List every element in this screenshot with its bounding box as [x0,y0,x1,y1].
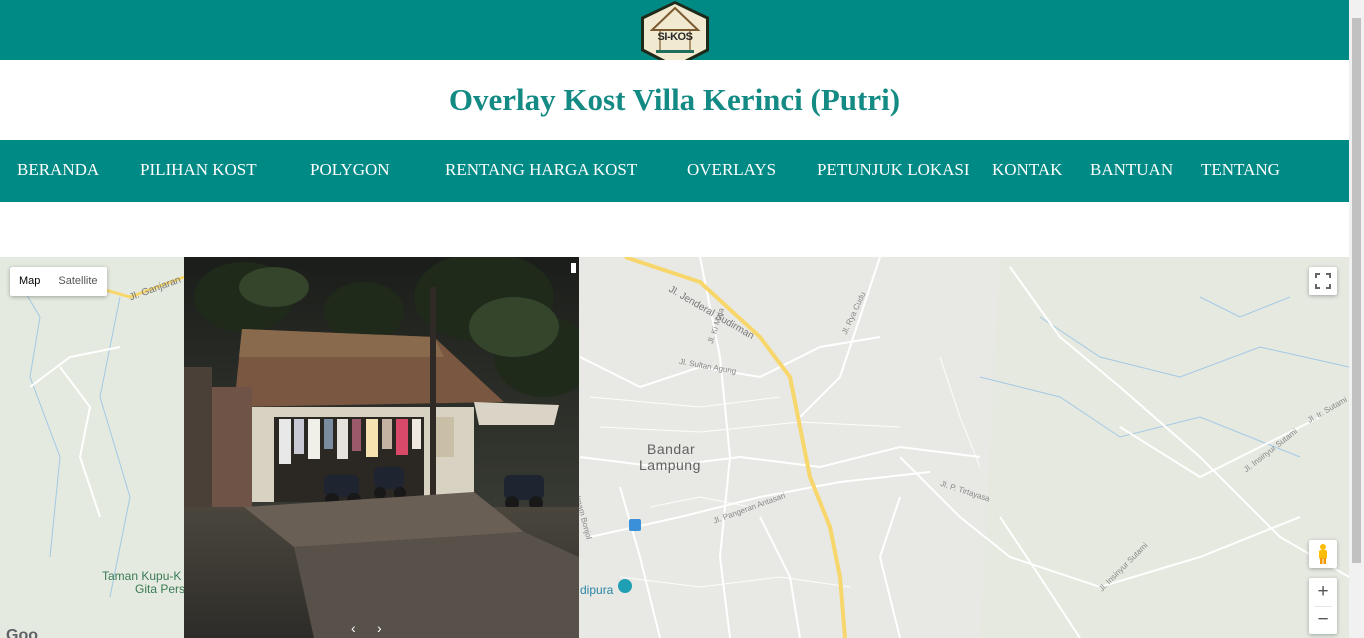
nav-polygon[interactable]: POLYGON [310,160,390,180]
zoom-in-button[interactable]: + [1309,578,1337,606]
google-logo: Goo [6,627,38,638]
park-label-line2: Gita Pers [135,582,186,596]
fullscreen-icon [1315,273,1331,289]
city-label-lampung: Lampung [639,457,701,473]
pegman-button[interactable] [1309,540,1337,568]
vertical-scrollbar[interactable] [1349,0,1364,638]
main-nav: BERANDA PILIHAN KOST POLYGON RENTANG HAR… [0,140,1349,202]
title-area: Overlay Kost Villa Kerinci (Putri) [0,60,1349,140]
map-type-satellite-button[interactable]: Satellite [49,267,106,296]
street-view-next-arrow: › [377,620,382,636]
nav-bantuan[interactable]: BANTUAN [1090,160,1173,180]
nav-overlays[interactable]: OVERLAYS [687,160,776,180]
page-title: Overlay Kost Villa Kerinci (Putri) [448,82,901,117]
nav-beranda[interactable]: BERANDA [17,160,99,180]
nav-kontak[interactable]: KONTAK [992,160,1062,180]
logo-text: SI-KOS [657,31,693,43]
nav-petunjuk-lokasi[interactable]: PETUNJUK LOKASI [817,160,970,180]
fullscreen-button[interactable] [1309,267,1337,295]
nav-pilihan-kost[interactable]: PILIHAN KOST [140,160,257,180]
poi-label: dipura [580,583,614,597]
pegman-icon [1319,544,1327,564]
street-view-panel[interactable]: ‹ › [184,257,579,638]
page: SI-KOS Overlay Kost Villa Kerinci (Putri… [0,0,1364,638]
nav-rentang-harga-kost[interactable]: RENTANG HARGA KOST [445,160,637,180]
map-type-map-button[interactable]: Map [10,267,49,296]
city-label-bandar: Bandar [647,441,696,457]
zoom-out-button[interactable]: − [1309,606,1337,634]
street-view-photo: ‹ › [184,257,579,638]
scrollbar-thumb[interactable] [1352,18,1361,563]
street-view-prev-arrow: ‹ [351,620,356,636]
zoom-control: + − [1309,578,1337,634]
nav-tentang[interactable]: TENTANG [1201,160,1280,180]
map-type-control: Map Satellite [10,267,107,296]
street-view-hand-icon [571,263,576,273]
park-label-line1: Taman Kupu-K [102,569,182,583]
